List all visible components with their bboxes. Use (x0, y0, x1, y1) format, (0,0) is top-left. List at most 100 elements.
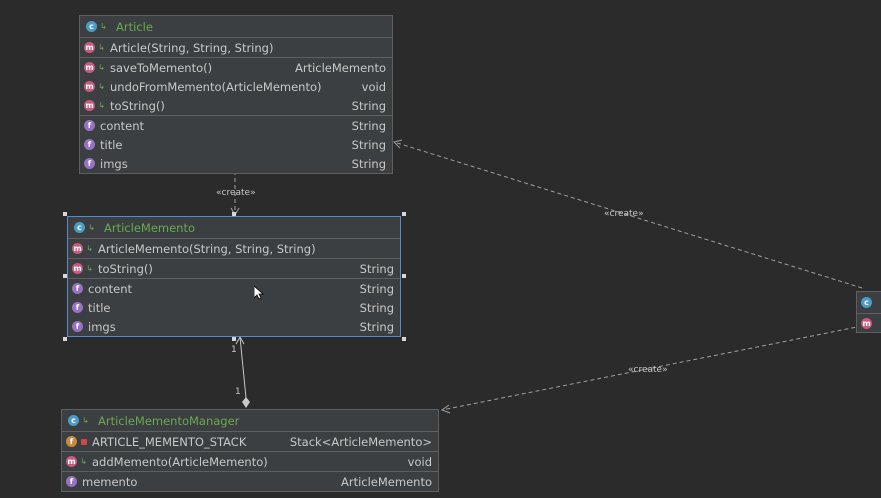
class-name: Article (116, 19, 153, 34)
member-name: toString() (110, 98, 165, 113)
class-article-memento[interactable]: c ↳ ArticleMemento m ↳ ArticleMemento(Stri… (67, 216, 401, 337)
edge-manager-aggregates-memento[interactable] (239, 336, 247, 399)
method-icon: m (72, 243, 83, 254)
member-row[interactable]: m ↳ undoFromMemento(ArticleMemento) void (80, 77, 392, 96)
aggregation-diamond (242, 397, 250, 408)
member-type: ArticleMemento (294, 60, 386, 75)
member-row[interactable]: f ARTICLE_MEMENTO_STACK Stack<ArticleMemen… (62, 432, 438, 451)
method-icon: m (861, 318, 872, 329)
member-type: ArticleMemento (340, 474, 432, 489)
public-visibility-icon: ↳ (80, 457, 87, 466)
member-row[interactable]: f imgs String (80, 154, 392, 173)
member-name: imgs (100, 156, 128, 171)
member-row[interactable]: m ↳ toString() String (68, 259, 400, 278)
member-type: String (359, 319, 394, 334)
method-icon: m (84, 100, 95, 111)
member-type: String (351, 137, 386, 152)
field-icon: f (72, 302, 83, 313)
member-type: String (351, 118, 386, 133)
field-section: f content String f title String f imgs String (68, 279, 400, 336)
member-row[interactable]: f content String (80, 116, 392, 135)
create-label: «create» (604, 209, 644, 219)
member-name: title (88, 300, 111, 315)
public-visibility-icon: ↳ (98, 63, 105, 72)
member-row[interactable]: m ↳ Article(String, String, String) (80, 38, 392, 57)
member-row[interactable]: f title String (80, 135, 392, 154)
constructor-section: m ↳ Article(String, String, String) (80, 38, 392, 58)
class-icon: c (68, 415, 79, 426)
selection-handle[interactable] (402, 337, 406, 341)
member-row[interactable]: f content String (68, 279, 400, 298)
member-name: imgs (88, 319, 116, 334)
member-type: String (351, 156, 386, 171)
multiplicity-label: 1 (235, 387, 241, 397)
member-row[interactable]: m ↳ addMemento(ArticleMemento) void (62, 452, 438, 471)
member-type: String (351, 98, 386, 113)
member-row[interactable]: f memento ArticleMemento (62, 472, 438, 491)
selection-handle[interactable] (63, 337, 67, 341)
selection-handle[interactable] (402, 212, 406, 216)
create-label: «create» (628, 365, 668, 375)
selection-handle[interactable] (63, 212, 67, 216)
member-name: title (100, 137, 123, 152)
class-icon: c (861, 297, 872, 308)
class-name: ArticleMementoManager (98, 413, 240, 428)
method-icon: m (84, 81, 95, 92)
field-icon: f (84, 139, 95, 150)
member-row[interactable]: f title String (68, 298, 400, 317)
private-visibility-icon (81, 438, 87, 445)
field-icon: f (72, 321, 83, 332)
public-visibility-icon: ↳ (100, 22, 107, 31)
public-visibility-icon: ↳ (98, 101, 105, 110)
field-section: f content String f title String f imgs String (80, 116, 392, 173)
field-icon: f (84, 158, 95, 169)
class-header: c ↳ ArticleMemento (68, 217, 400, 239)
public-visibility-icon: ↳ (82, 416, 89, 425)
class-header: c ↳ Article (80, 16, 392, 38)
member-type: void (361, 79, 386, 94)
class-icon: c (86, 21, 97, 32)
selection-handle[interactable] (232, 212, 236, 216)
list-item: m (857, 314, 881, 333)
member-row[interactable]: m ↳ toString() String (80, 96, 392, 115)
field-icon: f (66, 476, 77, 487)
class-partial-offscreen[interactable]: c m (856, 291, 881, 333)
member-name: ARTICLE_MEMENTO_STACK (92, 434, 247, 449)
method-icon: m (84, 42, 95, 53)
member-name: Article(String, String, String) (110, 40, 274, 55)
selection-handle[interactable] (63, 274, 67, 278)
member-row[interactable]: f imgs String (68, 317, 400, 336)
member-type: Stack<ArticleMemento> (289, 434, 432, 449)
member-row[interactable]: m ↳ saveToMemento() ArticleMemento (80, 58, 392, 77)
field-section: f memento ArticleMemento (62, 472, 438, 491)
member-name: ArticleMemento(String, String, String) (98, 241, 316, 256)
member-name: undoFromMemento(ArticleMemento) (110, 79, 322, 94)
multiplicity-label: 1 (231, 345, 237, 355)
method-icon: m (84, 62, 95, 73)
static-field-icon: f (66, 436, 77, 447)
class-icon: c (74, 222, 85, 233)
selection-handle[interactable] (402, 274, 406, 278)
mouse-pointer-icon (254, 286, 264, 300)
class-article-memento-manager[interactable]: c ↳ ArticleMementoManager f ARTICLE_MEMEN… (61, 409, 439, 492)
class-header: c (857, 292, 881, 314)
field-icon: f (72, 283, 83, 294)
static-field-section: f ARTICLE_MEMENTO_STACK Stack<ArticleMemen… (62, 432, 438, 452)
selection-handle[interactable] (232, 337, 236, 341)
constructor-section: m ↳ ArticleMemento(String, String, String) (68, 239, 400, 259)
public-visibility-icon: ↳ (88, 223, 95, 232)
method-section: m ↳ toString() String (68, 259, 400, 279)
method-section: m ↳ saveToMemento() ArticleMemento m ↳ undoFro… (80, 58, 392, 116)
member-type: String (359, 261, 394, 276)
public-visibility-icon: ↳ (98, 43, 105, 52)
public-visibility-icon: ↳ (86, 244, 93, 253)
member-name: toString() (98, 261, 153, 276)
method-section: m ↳ addMemento(ArticleMemento) void (62, 452, 438, 472)
class-header: c ↳ ArticleMementoManager (62, 410, 438, 432)
member-name: content (100, 118, 145, 133)
public-visibility-icon: ↳ (98, 82, 105, 91)
member-name: addMemento(ArticleMemento) (92, 454, 268, 469)
field-icon: f (84, 120, 95, 131)
member-row[interactable]: m ↳ ArticleMemento(String, String, String) (68, 239, 400, 258)
class-article[interactable]: c ↳ Article m ↳ Article(String, String, St… (79, 15, 393, 174)
